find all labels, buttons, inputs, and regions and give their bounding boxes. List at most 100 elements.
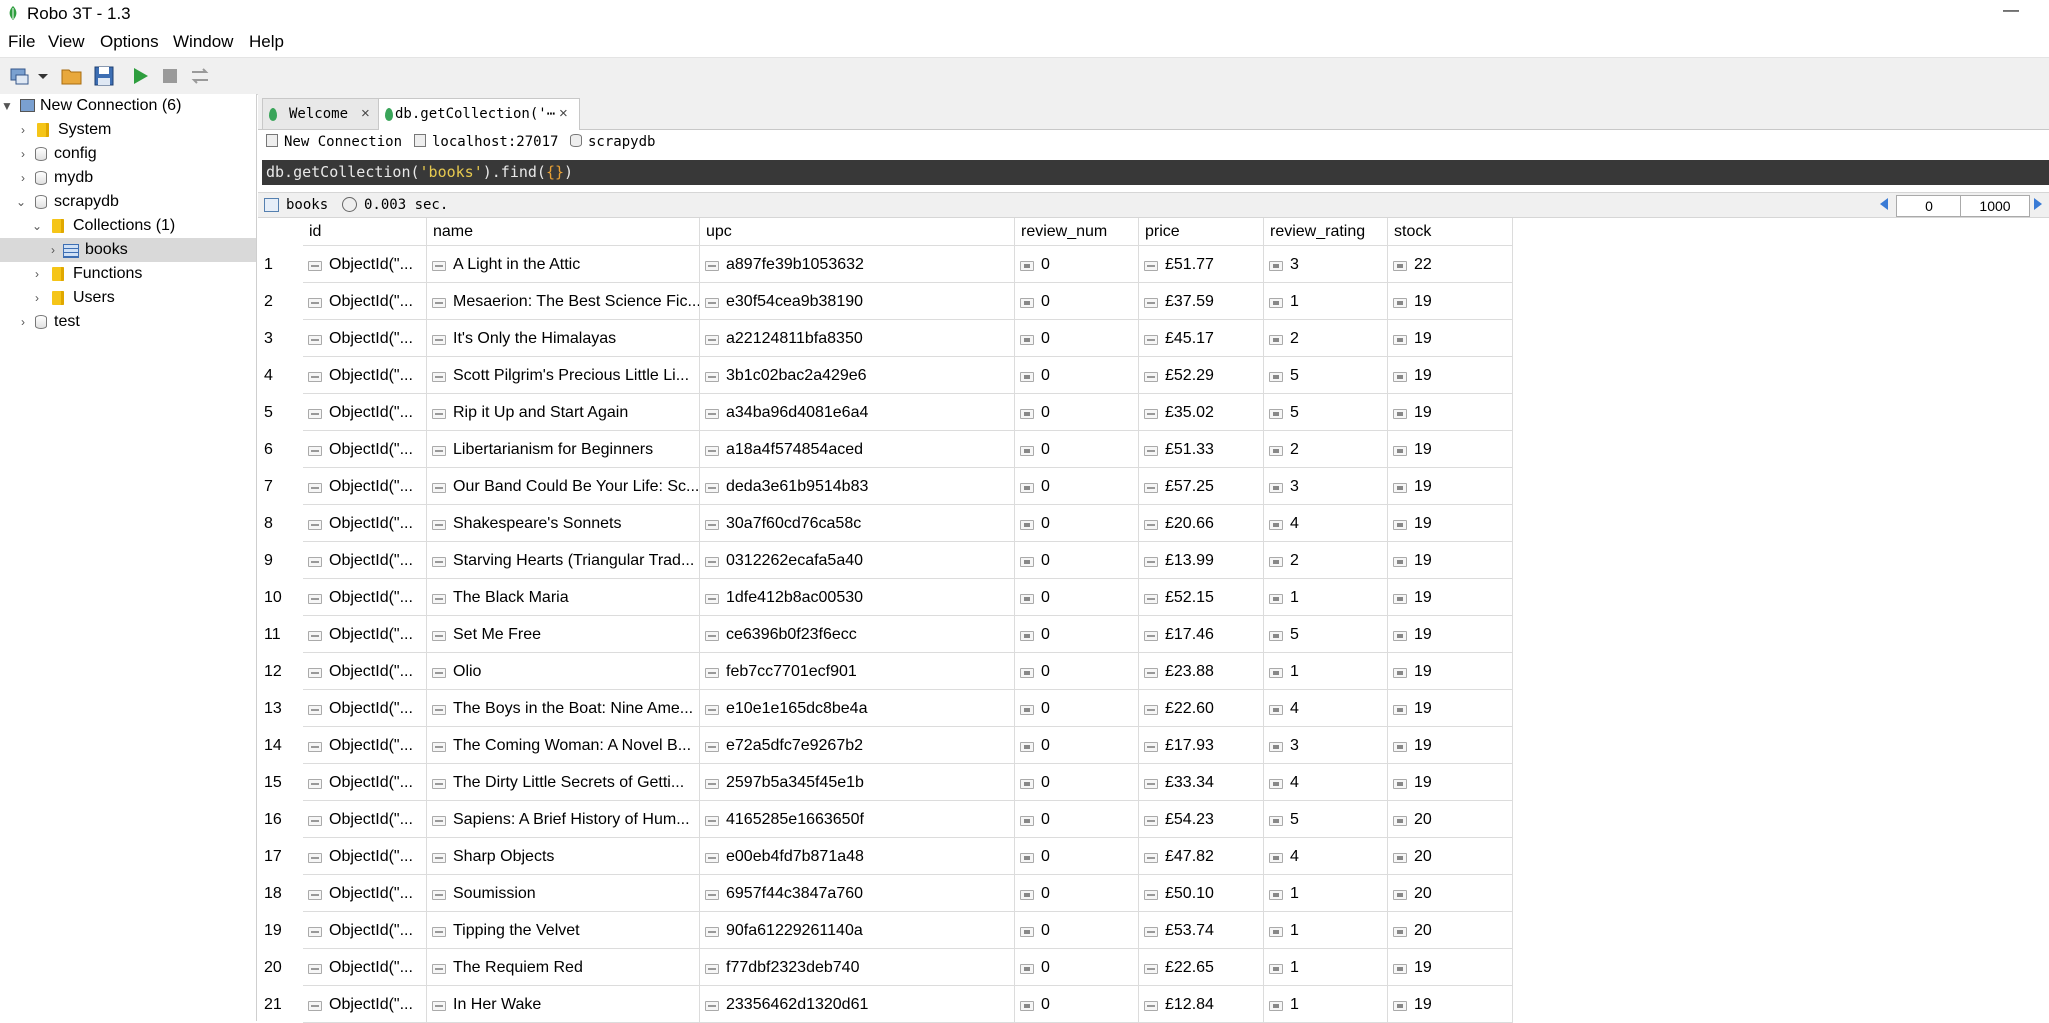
cell-price[interactable]: £17.46 [1139, 616, 1264, 653]
cell-name[interactable]: Shakespeare's Sonnets [427, 505, 700, 542]
cell-name[interactable]: The Dirty Little Secrets of Getti... [427, 764, 700, 801]
cell-name[interactable]: A Light in the Attic [427, 246, 700, 283]
cell-price[interactable]: £51.33 [1139, 431, 1264, 468]
cell-price[interactable]: £47.82 [1139, 838, 1264, 875]
cell-id[interactable]: ObjectId("... [303, 246, 427, 283]
cell-review-num[interactable]: 0 [1015, 949, 1139, 986]
cell-upc[interactable]: feb7cc7701ecf901 [700, 653, 1015, 690]
cell-review-rating[interactable]: 1 [1264, 579, 1388, 616]
cell-name[interactable]: In Her Wake [427, 986, 700, 1023]
cell-id[interactable]: ObjectId("... [303, 505, 427, 542]
cell-price[interactable]: £12.84 [1139, 986, 1264, 1023]
cell-name[interactable]: Tipping the Velvet [427, 912, 700, 949]
cell-id[interactable]: ObjectId("... [303, 838, 427, 875]
menu-window[interactable]: Window [173, 32, 233, 52]
cell-review-rating[interactable]: 2 [1264, 320, 1388, 357]
cell-review-rating[interactable]: 4 [1264, 838, 1388, 875]
cell-name[interactable]: It's Only the Himalayas [427, 320, 700, 357]
cell-id[interactable]: ObjectId("... [303, 616, 427, 653]
cell-stock[interactable]: 19 [1388, 764, 1513, 801]
chevron-right-icon[interactable]: › [30, 262, 44, 286]
chevron-down-icon[interactable]: ⌄ [30, 214, 44, 238]
chevron-right-icon[interactable]: › [16, 310, 30, 334]
menu-file[interactable]: File [8, 32, 35, 52]
cell-review-rating[interactable]: 1 [1264, 653, 1388, 690]
cell-id[interactable]: ObjectId("... [303, 764, 427, 801]
cell-upc[interactable]: 90fa61229261140a [700, 912, 1015, 949]
cell-upc[interactable]: a22124811bfa8350 [700, 320, 1015, 357]
cell-stock[interactable]: 19 [1388, 616, 1513, 653]
save-icon[interactable] [92, 64, 116, 88]
cell-review-rating[interactable]: 2 [1264, 431, 1388, 468]
cell-review-rating[interactable]: 4 [1264, 764, 1388, 801]
tree-item-scrapydb[interactable]: ⌄ scrapydb [0, 190, 256, 214]
cell-name[interactable]: Sharp Objects [427, 838, 700, 875]
tree-item-system[interactable]: › System [0, 118, 256, 142]
tree-connection[interactable]: ▼ New Connection (6) [0, 94, 256, 118]
tree-item-test[interactable]: › test [0, 310, 256, 334]
cell-price[interactable]: £37.59 [1139, 283, 1264, 320]
cell-name[interactable]: Scott Pilgrim's Precious Little Li... [427, 357, 700, 394]
cell-stock[interactable]: 20 [1388, 838, 1513, 875]
execute-icon[interactable] [128, 64, 152, 88]
cell-name[interactable]: Olio [427, 653, 700, 690]
menu-view[interactable]: View [48, 32, 85, 52]
cell-stock[interactable]: 19 [1388, 949, 1513, 986]
cell-stock[interactable]: 19 [1388, 727, 1513, 764]
chevron-down-icon[interactable]: ⌄ [14, 190, 28, 214]
cell-review-rating[interactable]: 5 [1264, 357, 1388, 394]
cell-id[interactable]: ObjectId("... [303, 394, 427, 431]
cell-review-rating[interactable]: 3 [1264, 727, 1388, 764]
cell-id[interactable]: ObjectId("... [303, 320, 427, 357]
cell-upc[interactable]: 3b1c02bac2a429e6 [700, 357, 1015, 394]
cell-upc[interactable]: e00eb4fd7b871a48 [700, 838, 1015, 875]
cell-stock[interactable]: 22 [1388, 246, 1513, 283]
cell-upc[interactable]: 4165285e1663650f [700, 801, 1015, 838]
menu-options[interactable]: Options [100, 32, 159, 52]
cell-review-num[interactable]: 0 [1015, 283, 1139, 320]
cell-stock[interactable]: 20 [1388, 912, 1513, 949]
previous-page-icon[interactable] [1880, 198, 1888, 210]
cell-review-rating[interactable]: 1 [1264, 912, 1388, 949]
cell-review-rating[interactable]: 1 [1264, 875, 1388, 912]
chevron-right-icon[interactable]: › [16, 166, 30, 190]
cell-review-rating[interactable]: 4 [1264, 505, 1388, 542]
cell-review-num[interactable]: 0 [1015, 838, 1139, 875]
cell-review-num[interactable]: 0 [1015, 690, 1139, 727]
skip-input[interactable] [1896, 195, 1962, 217]
cell-stock[interactable]: 19 [1388, 505, 1513, 542]
column-header-review-num[interactable]: review_num [1015, 218, 1139, 246]
cell-upc[interactable]: a18a4f574854aced [700, 431, 1015, 468]
cell-review-num[interactable]: 0 [1015, 246, 1139, 283]
cell-review-rating[interactable]: 1 [1264, 283, 1388, 320]
cell-upc[interactable]: e30f54cea9b38190 [700, 283, 1015, 320]
cell-review-num[interactable]: 0 [1015, 505, 1139, 542]
cell-price[interactable]: £23.88 [1139, 653, 1264, 690]
cell-id[interactable]: ObjectId("... [303, 579, 427, 616]
cell-name[interactable]: Libertarianism for Beginners [427, 431, 700, 468]
cell-stock[interactable]: 19 [1388, 394, 1513, 431]
cell-upc[interactable]: 2597b5a345f45e1b [700, 764, 1015, 801]
cell-review-num[interactable]: 0 [1015, 912, 1139, 949]
tab-welcome[interactable]: Welcome × [262, 98, 382, 129]
cell-id[interactable]: ObjectId("... [303, 468, 427, 505]
cell-name[interactable]: Mesaerion: The Best Science Fic... [427, 283, 700, 320]
cell-id[interactable]: ObjectId("... [303, 986, 427, 1023]
cell-id[interactable]: ObjectId("... [303, 949, 427, 986]
cell-price[interactable]: £13.99 [1139, 542, 1264, 579]
query-editor[interactable]: db.getCollection('books').find({}) [262, 160, 2049, 185]
close-icon[interactable]: × [559, 105, 568, 122]
cell-review-rating[interactable]: 2 [1264, 542, 1388, 579]
tree-item-config[interactable]: › config [0, 142, 256, 166]
chevron-right-icon[interactable]: › [30, 286, 44, 310]
cell-stock[interactable]: 19 [1388, 431, 1513, 468]
menu-help[interactable]: Help [249, 32, 284, 52]
cell-stock[interactable]: 19 [1388, 653, 1513, 690]
cell-price[interactable]: £35.02 [1139, 394, 1264, 431]
column-header-upc[interactable]: upc [700, 218, 1015, 246]
cell-stock[interactable]: 19 [1388, 986, 1513, 1023]
cell-upc[interactable]: a34ba96d4081e6a4 [700, 394, 1015, 431]
cell-id[interactable]: ObjectId("... [303, 801, 427, 838]
cell-review-rating[interactable]: 3 [1264, 468, 1388, 505]
cell-name[interactable]: The Black Maria [427, 579, 700, 616]
